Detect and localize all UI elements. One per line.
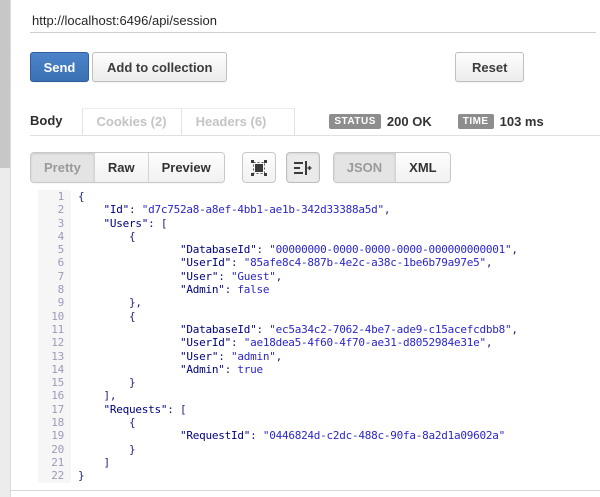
status-value: 200 OK bbox=[387, 114, 432, 129]
code-line: 10 { bbox=[38, 310, 596, 323]
xml-button[interactable]: XML bbox=[395, 153, 449, 182]
line-number: 18 bbox=[38, 416, 71, 429]
bottom-divider bbox=[10, 490, 600, 491]
response-body-code[interactable]: 1{2 "Id": "d7c752a8-a8ef-4bb1-ae1b-342d3… bbox=[38, 190, 596, 483]
code-text: } bbox=[71, 469, 84, 482]
status-badge: STATUS bbox=[329, 114, 381, 129]
code-line: 18 { bbox=[38, 416, 596, 429]
code-text: "User": "Guest", bbox=[71, 270, 282, 283]
code-text: ] bbox=[71, 456, 110, 469]
code-line: 1{ bbox=[38, 190, 596, 203]
code-line: 12 "UserId": "ae18dea5-4f60-4f70-ae31-d8… bbox=[38, 336, 596, 349]
code-line: 11 "DatabaseId": "ec5a34c2-7062-4be7-ade… bbox=[38, 323, 596, 336]
code-text: "RequestId": "0446824d-c2dc-488c-90fa-8a… bbox=[71, 429, 505, 442]
left-scrollbar[interactable] bbox=[0, 0, 11, 497]
add-to-collection-button[interactable]: Add to collection bbox=[92, 52, 227, 82]
line-number: 22 bbox=[38, 469, 71, 482]
code-line: 5 "DatabaseId": "00000000-0000-0000-0000… bbox=[38, 243, 596, 256]
scrollbar-thumb[interactable] bbox=[0, 0, 10, 168]
code-text: { bbox=[71, 230, 135, 243]
code-text: "Id": "d7c752a8-a8ef-4bb1-ae1b-342d33388… bbox=[71, 203, 390, 216]
line-number: 9 bbox=[38, 296, 71, 309]
response-tab-bar: Body Cookies (2) Headers (6) STATUS 200 … bbox=[30, 108, 600, 136]
code-text: } bbox=[71, 376, 135, 389]
line-number: 11 bbox=[38, 323, 71, 336]
line-number: 6 bbox=[38, 256, 71, 269]
line-number: 13 bbox=[38, 350, 71, 363]
code-text: "Admin": false bbox=[71, 283, 269, 296]
tab-headers[interactable]: Headers (6) bbox=[181, 108, 296, 135]
code-line: 8 "Admin": false bbox=[38, 283, 596, 296]
line-number: 12 bbox=[38, 336, 71, 349]
tab-body[interactable]: Body bbox=[30, 108, 82, 135]
code-line: 14 "Admin": true bbox=[38, 363, 596, 376]
code-line: 2 "Id": "d7c752a8-a8ef-4bb1-ae1b-342d333… bbox=[38, 203, 596, 216]
code-line: 3 "Users": [ bbox=[38, 217, 596, 230]
raw-button[interactable]: Raw bbox=[94, 153, 148, 182]
line-number: 14 bbox=[38, 363, 71, 376]
code-text: "Admin": true bbox=[71, 363, 263, 376]
code-text: "UserId": "ae18dea5-4f60-4f70-ae31-d8052… bbox=[71, 336, 492, 349]
format-mode-group: JSON XML bbox=[333, 152, 451, 183]
line-number: 5 bbox=[38, 243, 71, 256]
code-line: 7 "User": "Guest", bbox=[38, 270, 596, 283]
line-number: 2 bbox=[38, 203, 71, 216]
code-text: ], bbox=[71, 389, 116, 402]
code-line: 16 ], bbox=[38, 389, 596, 402]
code-line: 19 "RequestId": "0446824d-c2dc-488c-90fa… bbox=[38, 429, 596, 442]
body-view-toolbar: Pretty Raw Preview bbox=[30, 152, 451, 183]
time-badge: TIME bbox=[458, 114, 494, 129]
reset-button[interactable]: Reset bbox=[455, 52, 524, 82]
time-value: 103 ms bbox=[500, 114, 544, 129]
pretty-button[interactable]: Pretty bbox=[31, 153, 94, 182]
line-number: 4 bbox=[38, 230, 71, 243]
code-text: "User": "admin", bbox=[71, 350, 282, 363]
preview-button[interactable]: Preview bbox=[148, 153, 224, 182]
json-button[interactable]: JSON bbox=[334, 153, 395, 182]
code-line: 9 }, bbox=[38, 296, 596, 309]
line-number: 15 bbox=[38, 376, 71, 389]
code-text: { bbox=[71, 190, 84, 203]
code-line: 20 } bbox=[38, 443, 596, 456]
line-number: 1 bbox=[38, 190, 71, 203]
collapse-lines-button[interactable] bbox=[286, 152, 320, 183]
line-number: 17 bbox=[38, 403, 71, 416]
code-text: "Users": [ bbox=[71, 217, 167, 230]
line-number: 3 bbox=[38, 217, 71, 230]
line-number: 21 bbox=[38, 456, 71, 469]
view-mode-group: Pretty Raw Preview bbox=[30, 152, 225, 183]
code-line: 6 "UserId": "85afe8c4-887b-4e2c-a38c-1be… bbox=[38, 256, 596, 269]
app-window: Send Add to collection Reset Body Cookie… bbox=[0, 0, 600, 497]
code-line: 13 "User": "admin", bbox=[38, 350, 596, 363]
collapse-lines-icon bbox=[293, 160, 312, 176]
code-line: 21 ] bbox=[38, 456, 596, 469]
selection-square-icon bbox=[250, 159, 268, 177]
line-number: 8 bbox=[38, 283, 71, 296]
code-text: "DatabaseId": "00000000-0000-0000-0000-0… bbox=[71, 243, 518, 256]
code-line: 4 { bbox=[38, 230, 596, 243]
code-text: "Requests": [ bbox=[71, 403, 186, 416]
code-text: "DatabaseId": "ec5a34c2-7062-4be7-ade9-c… bbox=[71, 323, 518, 336]
send-button[interactable]: Send bbox=[30, 52, 89, 82]
line-number: 19 bbox=[38, 429, 71, 442]
code-text: }, bbox=[71, 296, 142, 309]
code-text: "UserId": "85afe8c4-887b-4e2c-a38c-1be6b… bbox=[71, 256, 492, 269]
expand-view-button[interactable] bbox=[242, 152, 276, 183]
tab-cookies[interactable]: Cookies (2) bbox=[82, 108, 181, 135]
url-input[interactable] bbox=[30, 8, 596, 33]
response-meta: STATUS 200 OK TIME 103 ms bbox=[329, 108, 543, 135]
code-text: } bbox=[71, 443, 135, 456]
line-number: 16 bbox=[38, 389, 71, 402]
code-text: { bbox=[71, 310, 135, 323]
code-line: 22} bbox=[38, 469, 596, 482]
code-line: 15 } bbox=[38, 376, 596, 389]
code-line: 17 "Requests": [ bbox=[38, 403, 596, 416]
line-number: 10 bbox=[38, 310, 71, 323]
code-text: { bbox=[71, 416, 135, 429]
line-number: 20 bbox=[38, 443, 71, 456]
line-number: 7 bbox=[38, 270, 71, 283]
